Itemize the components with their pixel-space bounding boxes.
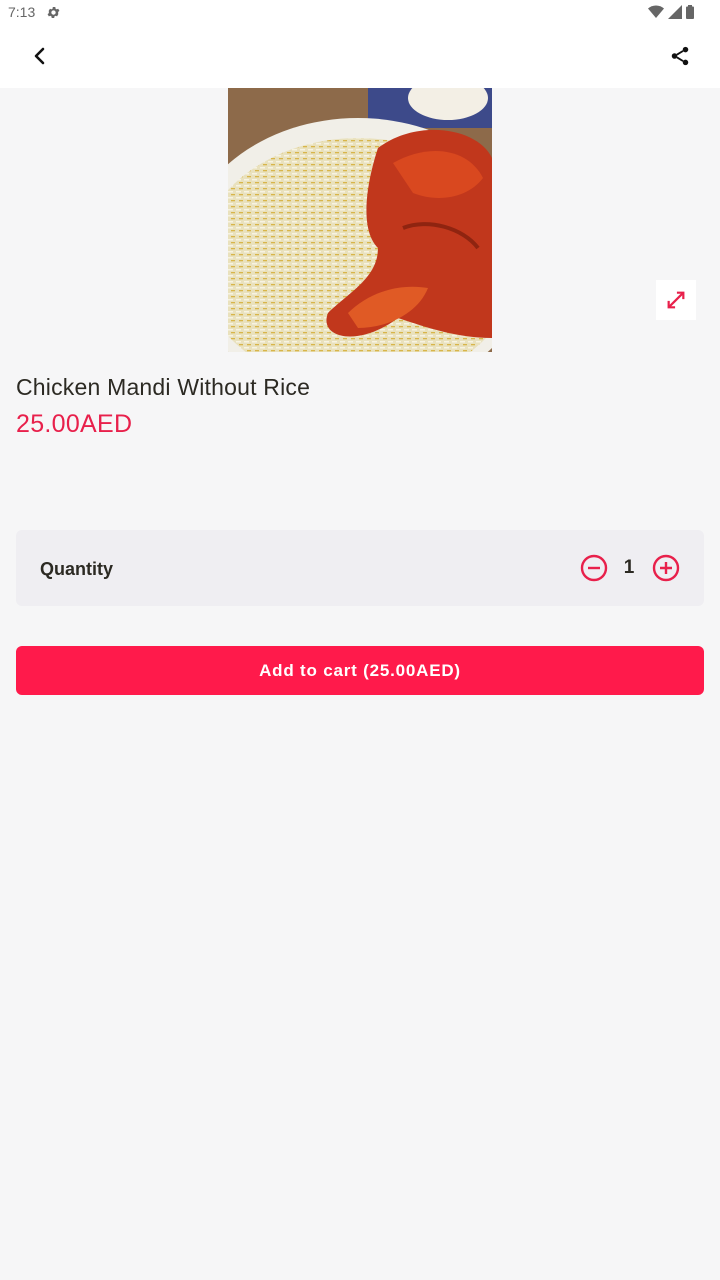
plus-circle-icon bbox=[652, 554, 680, 582]
wifi-icon bbox=[648, 5, 664, 18]
status-time: 7:13 bbox=[8, 4, 36, 20]
top-app-bar bbox=[0, 24, 720, 88]
quantity-card: Quantity 1 bbox=[16, 530, 704, 606]
back-button[interactable] bbox=[24, 40, 56, 72]
settings-gear-icon bbox=[47, 7, 60, 18]
share-icon bbox=[671, 46, 689, 66]
product-title: Chicken Mandi Without Rice bbox=[16, 374, 311, 400]
expand-image-button[interactable] bbox=[656, 280, 696, 320]
expand-arrows-icon bbox=[667, 291, 685, 309]
quantity-value: 1 bbox=[623, 557, 635, 578]
minus-circle-icon bbox=[580, 554, 608, 582]
back-chevron-icon bbox=[34, 47, 45, 65]
increase-quantity-button[interactable] bbox=[651, 553, 681, 583]
add-to-cart-button[interactable]: Add to cart (25.00AED) bbox=[16, 646, 704, 695]
battery-icon bbox=[686, 5, 694, 19]
status-icons bbox=[648, 5, 694, 19]
decrease-quantity-button[interactable] bbox=[579, 553, 609, 583]
product-price: 25.00AED bbox=[16, 410, 133, 438]
cellular-signal-icon bbox=[668, 5, 682, 19]
share-button[interactable] bbox=[664, 40, 696, 72]
quantity-label: Quantity bbox=[40, 559, 114, 579]
status-bar: 7:13 bbox=[0, 0, 720, 24]
product-image bbox=[228, 88, 492, 352]
